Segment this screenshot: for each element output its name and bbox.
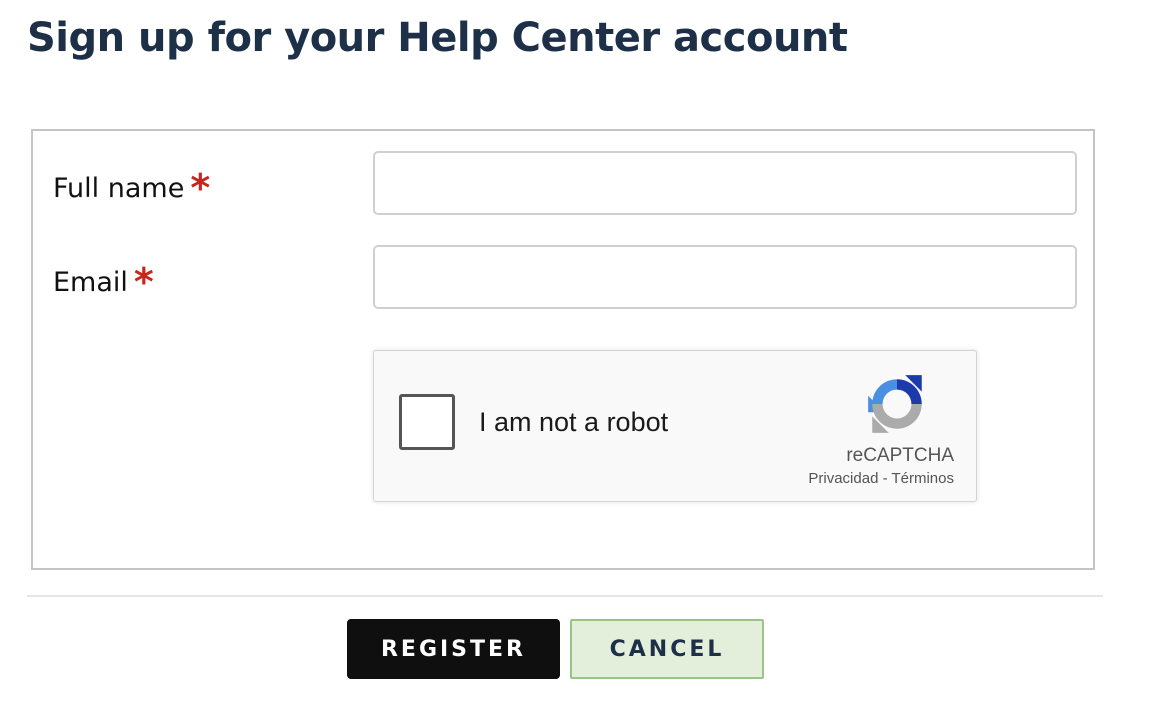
cancel-button[interactable]: CANCEL: [570, 619, 764, 679]
required-indicator: *: [133, 260, 154, 304]
link-separator: -: [878, 470, 892, 487]
page-title: Sign up for your Help Center account: [27, 15, 848, 61]
signup-form: Full name * Email * I am not a robot reCAP…: [31, 129, 1095, 570]
email-input[interactable]: [373, 245, 1077, 309]
terms-link[interactable]: Términos: [891, 470, 954, 487]
privacy-link[interactable]: Privacidad: [808, 470, 878, 487]
full-name-input[interactable]: [373, 151, 1077, 215]
email-label: Email *: [53, 259, 154, 301]
full-name-label: Full name *: [53, 165, 210, 207]
recaptcha-links: Privacidad - Términos: [808, 470, 954, 487]
email-label-text: Email: [53, 267, 128, 298]
recaptcha-logo-icon: [868, 375, 922, 433]
recaptcha-checkbox[interactable]: [399, 394, 455, 450]
divider: [27, 595, 1103, 597]
full-name-label-text: Full name: [53, 173, 185, 204]
required-indicator: *: [190, 166, 211, 210]
recaptcha-brand: reCAPTCHA: [846, 445, 954, 466]
recaptcha-widget: I am not a robot reCAPTCHA Privacidad - …: [373, 350, 977, 502]
register-button[interactable]: REGISTER: [347, 619, 560, 679]
recaptcha-label: I am not a robot: [479, 407, 669, 437]
